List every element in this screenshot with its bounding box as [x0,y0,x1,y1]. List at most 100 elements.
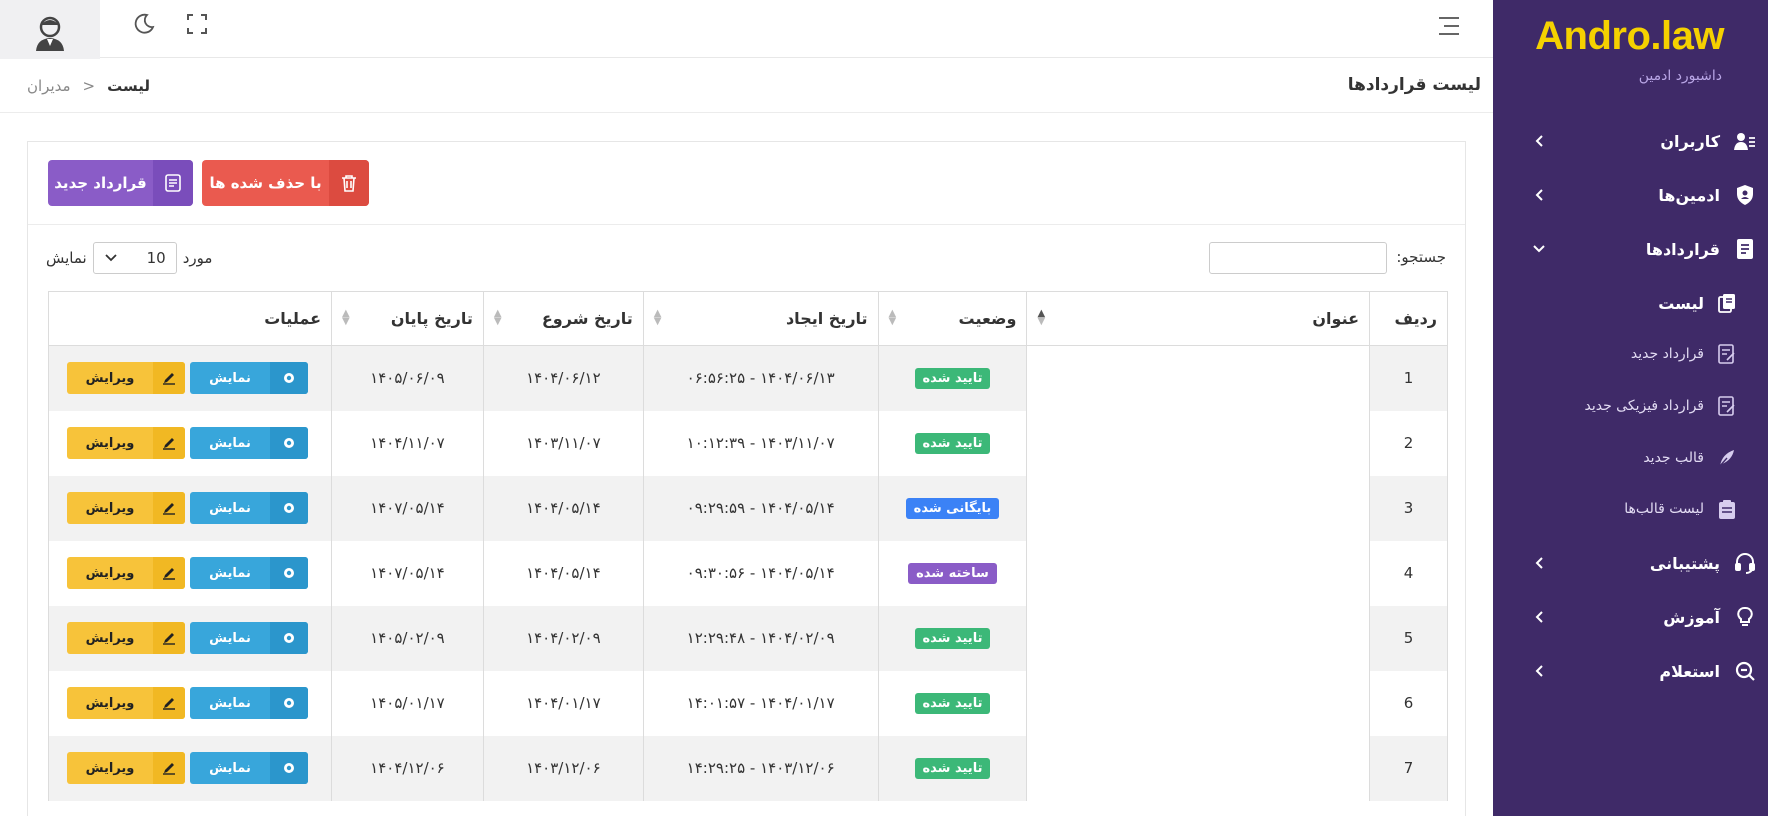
breadcrumb: لیست < مدیران [27,77,150,95]
start-date-cell: ۱۴۰۴/۰۲/۰۹ [482,605,644,671]
title-cell [1026,475,1371,541]
row-number-cell: 5 [1369,605,1448,671]
sidebar-item-contracts[interactable]: قراردادها [1493,227,1768,271]
status-cell: تایید شده [877,670,1028,736]
chevron-left-icon [1529,607,1549,627]
fullscreen-icon[interactable] [183,10,211,38]
sidebar-label-users: کاربران [1660,131,1720,151]
sort-icon: ▲ ▼ [342,308,350,327]
sidebar-subitem-new-contract[interactable]: قرارداد جدید [1493,334,1768,374]
sidebar-subitem-template-list[interactable]: لیست قالب‌ها [1493,489,1768,529]
sidebar-item-inquiry[interactable]: استعلام [1493,649,1768,693]
edit-button[interactable]: ویرایش [67,557,185,589]
eye-icon [270,557,308,589]
table-row: 3 بایگانی شده ۱۴۰۴/۰۵/۱۴ - ۰۹:۲۹:۵۹ ۱۴۰۴/۰۵… [47,475,1448,541]
entries-show-label: نمایش [46,249,87,267]
new-contract-button[interactable]: قرارداد جدید [48,160,193,206]
breadcrumb-parent[interactable]: مدیران [27,77,71,95]
status-badge: تایید شده [914,692,991,714]
entries-value: 10 [146,249,166,267]
with-deleted-button[interactable]: با حذف شده ها [202,160,369,206]
row-number-cell: 2 [1369,410,1448,476]
edit-button[interactable]: ویرایش [67,492,185,524]
show-button[interactable]: نمایش [190,492,308,524]
created-date-cell: ۱۴۰۳/۱۲/۰۶ - ۱۴:۲۹:۲۵ [642,735,879,801]
sidebar-item-users[interactable]: کاربران [1493,119,1768,163]
eye-icon [270,492,308,524]
start-date-cell: ۱۴۰۴/۰۱/۱۷ [482,670,644,736]
end-date-cell: ۱۴۰۴/۱۲/۰۶ [331,735,484,801]
operations-group: ویرایش نمایش [49,492,331,524]
col-header-status[interactable]: وضعیت ▲ ▼ [877,291,1028,346]
pencil-icon [153,492,185,524]
sidebar-subitem-new-template[interactable]: قالب جدید [1493,438,1768,478]
chevron-left-icon [1529,661,1549,681]
edit-button[interactable]: ویرایش [67,427,185,459]
title-cell [1026,410,1371,476]
operations-cell: ویرایش نمایش [47,475,333,541]
table-row: 1 تایید شده ۱۴۰۴/۰۶/۱۳ - ۰۶:۵۶:۲۵ ۱۴۰۴/۰۶/۱… [47,345,1448,411]
col-header-row-number[interactable]: ردیف [1369,291,1448,346]
table-row: 5 تایید شده ۱۴۰۴/۰۲/۰۹ - ۱۲:۲۹:۴۸ ۱۴۰۴/۰۲/۰… [47,605,1448,671]
col-header-title[interactable]: عنوان ▲ ▼ [1026,291,1371,346]
show-button[interactable]: نمایش [190,362,308,395]
lightbulb-icon [1732,604,1758,630]
edit-button[interactable]: ویرایش [67,687,185,719]
user-avatar-icon [36,16,64,51]
operations-cell: ویرایش نمایش [47,410,333,476]
sidebar-label-contracts: قراردادها [1645,239,1720,259]
created-date-cell: ۱۴۰۴/۰۵/۱۴ - ۰۹:۳۰:۵۶ [642,540,879,606]
edit-button[interactable]: ویرایش [67,752,185,784]
copy-icon [1716,292,1738,314]
sidebar-subitem-list[interactable]: لیست [1493,283,1768,323]
col-header-created[interactable]: تاریخ ایجاد ▲ ▼ [642,291,879,346]
operations-group: ویرایش نمایش [49,687,331,719]
show-button[interactable]: نمایش [190,427,308,459]
status-badge: بایگانی شده [905,497,1000,519]
sidebar-item-admins[interactable]: ادمین‌ها [1493,173,1768,217]
sidebar-item-training[interactable]: آموزش [1493,595,1768,639]
status-cell: تایید شده [877,735,1028,801]
show-button[interactable]: نمایش [190,687,308,719]
end-date-cell: ۱۴۰۷/۰۵/۱۴ [331,540,484,606]
edit-button[interactable]: ویرایش [67,622,185,654]
title-cell [1026,540,1371,606]
brand-logo[interactable]: Andro.law [1535,14,1724,59]
avatar[interactable] [0,0,100,65]
operations-cell: ویرایش نمایش [47,670,333,736]
show-button[interactable]: نمایش [190,622,308,654]
search-input[interactable] [1209,242,1387,274]
eye-icon [270,622,308,654]
sidebar-item-support[interactable]: پشتیبانی [1493,541,1768,585]
show-label: نمایش [209,695,251,711]
show-label: نمایش [209,370,251,386]
feather-icon [1716,447,1738,469]
chevron-left-icon [1529,185,1549,205]
show-label: نمایش [209,630,251,646]
col-header-start[interactable]: تاریخ شروع ▲ ▼ [482,291,644,346]
entries-select[interactable]: 10 [92,242,177,274]
show-label: نمایش [209,565,251,581]
search-doc-icon [1732,658,1758,684]
operations-group: ویرایش نمایش [49,362,331,395]
show-label: نمایش [209,500,251,516]
show-button[interactable]: نمایش [190,557,308,589]
end-date-cell: ۱۴۰۵/۰۶/۰۹ [331,345,484,411]
sidebar-sublabel-new-physical-contract: قرارداد فیزیکی جدید [1584,398,1704,414]
show-button[interactable]: نمایش [190,752,308,784]
operations-cell: ویرایش نمایش [47,345,333,411]
edit-label: ویرایش [85,500,135,516]
table-row: 7 تایید شده ۱۴۰۳/۱۲/۰۶ - ۱۴:۲۹:۲۵ ۱۴۰۳/۱۲/۰… [47,735,1448,801]
sidebar-subitem-new-physical-contract[interactable]: قرارداد فیزیکی جدید [1493,386,1768,426]
dark-mode-moon-icon[interactable] [130,10,158,38]
row-number-cell: 6 [1369,670,1448,736]
eye-icon [270,752,308,784]
edit-button[interactable]: ویرایش [67,362,185,395]
status-badge: تایید شده [914,367,991,389]
operations-cell: ویرایش نمایش [47,540,333,606]
chevron-left-icon [1529,553,1549,573]
table-row: 6 تایید شده ۱۴۰۴/۰۱/۱۷ - ۱۴:۰۱:۵۷ ۱۴۰۴/۰۱/۱… [47,670,1448,736]
new-doc-icon [153,160,193,206]
menu-toggle-icon[interactable] [1434,12,1462,40]
col-header-end[interactable]: تاریخ پایان ▲ ▼ [331,291,484,346]
